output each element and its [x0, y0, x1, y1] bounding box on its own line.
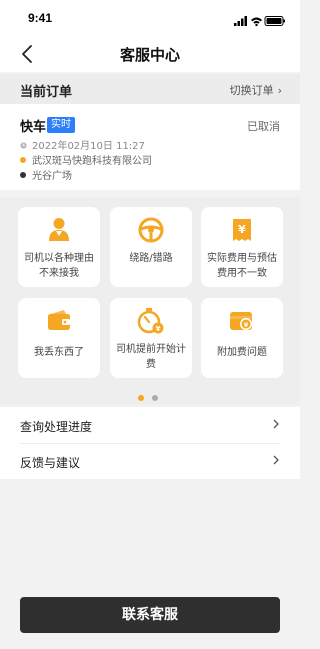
issue-grid: 司机以各种理由不来接我 绕路/错路 ¥ 实际费用与预估费用不一致 我丢东西了 ¥…	[0, 197, 300, 405]
page-title: 客服中心	[119, 46, 180, 64]
fee-card-icon: ¥	[230, 312, 252, 330]
chevron-right-icon	[273, 455, 279, 465]
issue-tile-driver-no-show[interactable]: 司机以各种理由不来接我	[18, 207, 100, 287]
chevron-right-icon	[273, 419, 279, 429]
svg-text:¥: ¥	[238, 223, 246, 236]
svg-text:¥: ¥	[244, 321, 249, 329]
order-status: 已取消	[247, 120, 280, 133]
page-dot-active[interactable]	[138, 395, 144, 401]
order-time: 2022年02月10日 11:27	[32, 141, 145, 152]
issue-label: 附加费问题	[217, 347, 267, 358]
menu-item-label: 查询处理进度	[20, 420, 93, 434]
issue-tile-fee-mismatch[interactable]: ¥ 实际费用与预估费用不一致	[201, 207, 283, 287]
yuan-receipt-icon: ¥	[233, 219, 251, 241]
status-icons	[234, 12, 286, 27]
steering-wheel-icon	[138, 217, 164, 243]
nav-bar: 客服中心	[0, 36, 300, 72]
destination-dot-icon	[20, 172, 26, 178]
issue-tile-lost-item[interactable]: 我丢东西了	[18, 298, 100, 378]
order-from: 武汉斑马快跑科技有限公司	[32, 156, 152, 167]
signal-wifi-battery-icon	[234, 16, 285, 27]
issue-label: 绕路/错路	[129, 253, 173, 264]
page-dot[interactable]	[152, 395, 158, 401]
page-indicator	[138, 386, 166, 405]
menu-item-feedback[interactable]: 反馈与建议	[0, 443, 300, 479]
menu-item-progress[interactable]: 查询处理进度	[0, 407, 300, 443]
order-time-row: 2022年02月10日 11:27	[20, 140, 145, 154]
realtime-badge: 实时	[47, 117, 75, 133]
svg-text:¥: ¥	[156, 325, 161, 333]
clock-icon	[20, 141, 27, 149]
order-to: 光谷广场	[32, 171, 72, 182]
issue-tile-surcharge[interactable]: ¥ 附加费问题	[201, 298, 283, 378]
issue-tile-early-billing[interactable]: ¥ 司机提前开始计费	[110, 298, 192, 378]
switch-order-link[interactable]: 切换订单 ›	[230, 82, 282, 98]
current-order-title: 当前订单	[20, 85, 73, 100]
issue-label: 我丢东西了	[34, 347, 84, 358]
switch-order-label: 切换订单	[229, 84, 274, 97]
car-type: 快车	[20, 120, 47, 135]
support-menu: 查询处理进度 反馈与建议	[0, 407, 300, 479]
current-order-header: 当前订单 切换订单 ›	[0, 74, 300, 104]
stopwatch-icon: ¥	[137, 308, 164, 334]
status-time: 9:41	[28, 11, 53, 25]
driver-icon	[49, 218, 69, 241]
issue-label: 司机提前开始计费	[116, 344, 186, 370]
chevron-right-icon: ›	[277, 84, 282, 97]
issue-label: 实际费用与预估费用不一致	[207, 253, 277, 279]
order-card[interactable]: 快车 实时 已取消 2022年02月10日 11:27 武汉斑马快跑科技有限公司…	[0, 104, 300, 190]
contact-support-button[interactable]: 联系客服	[20, 597, 280, 633]
issue-label: 司机以各种理由不来接我	[24, 253, 94, 279]
menu-item-label: 反馈与建议	[20, 456, 81, 470]
order-from-row: 武汉斑马快跑科技有限公司	[20, 155, 152, 169]
status-bar: 9:41	[0, 0, 300, 36]
wallet-icon	[48, 310, 70, 330]
origin-dot-icon	[20, 157, 26, 163]
order-to-row: 光谷广场	[20, 170, 72, 184]
issue-tile-detour[interactable]: 绕路/错路	[110, 207, 192, 287]
